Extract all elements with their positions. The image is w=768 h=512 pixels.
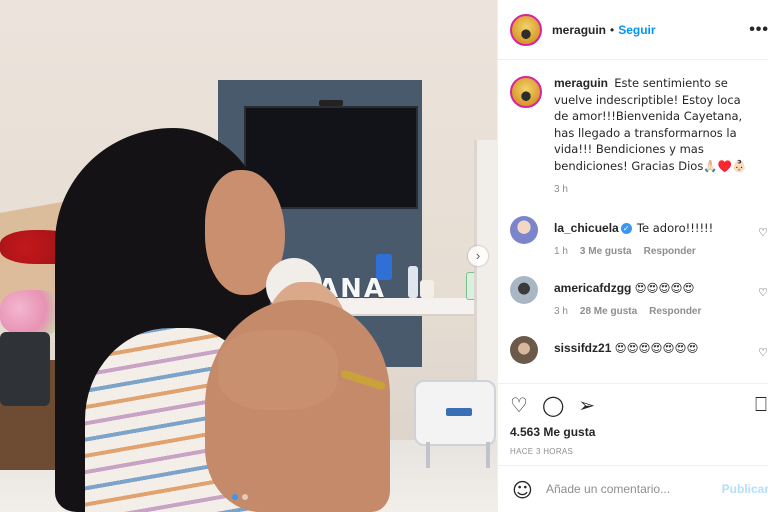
carousel-dot-active[interactable]	[232, 494, 238, 500]
handbag	[0, 332, 50, 406]
verified-badge-icon: ✓	[620, 223, 632, 234]
caption-username[interactable]: meraguin	[554, 76, 608, 90]
tv-camera	[319, 100, 343, 106]
comment-text: 😍😍😍😍😍😍😍	[614, 341, 699, 355]
author-avatar[interactable]	[510, 13, 542, 46]
comment-like-icon[interactable]: ♡	[758, 346, 768, 359]
comment-text: Te adoro!!!!!!	[636, 221, 714, 235]
jar	[420, 280, 434, 298]
commenter-username[interactable]: americafdzgg	[554, 281, 631, 295]
comment-text: 😍😍😍😍😍	[634, 281, 695, 295]
header-separator: •	[610, 22, 615, 37]
post-side-panel: meraguin • Seguir ••• meraguin Este sent…	[497, 0, 768, 512]
caption: meraguin Este sentimiento se vuelve inde…	[510, 76, 760, 175]
bassinet-leg	[426, 442, 430, 468]
post-header: meraguin • Seguir •••	[498, 0, 768, 60]
commenter-avatar[interactable]	[510, 336, 538, 364]
carousel-dots	[232, 494, 248, 500]
likes-count[interactable]: 4.563 Me gusta	[510, 425, 595, 439]
comment-item: la_chicuela ✓ Te adoro!!!!!! 1 h 3 Me gus…	[510, 216, 768, 266]
like-heart-icon[interactable]: ♡	[510, 394, 528, 416]
commenter-username[interactable]: sissifdz21	[554, 341, 611, 355]
bottle-clear	[408, 266, 418, 298]
posted-time: HACE 3 HORAS	[510, 447, 574, 456]
publish-button[interactable]: Publicar	[722, 482, 768, 496]
comment-like-icon[interactable]: ♡	[758, 286, 768, 299]
bottle-blue	[376, 254, 392, 280]
comment-meta: 1 h 3 Me gusta Responder	[554, 246, 696, 257]
comment-likes[interactable]: 28 Me gusta	[580, 306, 637, 317]
comment-bubble-icon[interactable]: ◯	[542, 394, 564, 416]
comment-time: 1 h	[554, 246, 568, 257]
bassinet-tag	[446, 408, 472, 416]
reply-button[interactable]: Responder	[644, 246, 696, 257]
commenter-avatar[interactable]	[510, 276, 538, 304]
post-photo[interactable]: ANA ›	[0, 0, 497, 512]
reply-button[interactable]: Responder	[649, 306, 701, 317]
comment-like-icon[interactable]: ♡	[758, 226, 768, 239]
comment-item: sissifdz21 😍😍😍😍😍😍😍 ♡	[510, 336, 768, 376]
woman-hand	[218, 330, 338, 410]
bassinet-leg	[486, 442, 490, 468]
commenter-username[interactable]: la_chicuela	[554, 221, 619, 235]
author-username[interactable]: meraguin	[552, 23, 606, 37]
share-send-icon[interactable]: ➢	[578, 394, 595, 416]
commenter-avatar[interactable]	[510, 216, 538, 244]
caption-time: 3 h	[554, 184, 568, 195]
carousel-dot[interactable]	[242, 494, 248, 500]
comment-input[interactable]	[546, 478, 716, 500]
comment-item: americafdzgg 😍😍😍😍😍 3 h 28 Me gusta Respo…	[510, 276, 768, 326]
comment-likes[interactable]: 3 Me gusta	[580, 246, 632, 257]
comment-meta: 3 h 28 Me gusta Responder	[554, 306, 701, 317]
caption-avatar[interactable]	[510, 76, 542, 108]
carousel-next-button[interactable]: ›	[468, 246, 488, 266]
add-comment-bar: ☺ Publicar	[498, 465, 768, 512]
bookmark-icon[interactable]: ⎕	[755, 394, 767, 417]
emoji-icon[interactable]: ☺	[512, 478, 533, 502]
comment-time: 3 h	[554, 306, 568, 317]
more-options-icon[interactable]: •••	[749, 21, 768, 39]
follow-button[interactable]: Seguir	[618, 23, 655, 37]
caption-text: Este sentimiento se vuelve indescriptibl…	[554, 76, 747, 173]
